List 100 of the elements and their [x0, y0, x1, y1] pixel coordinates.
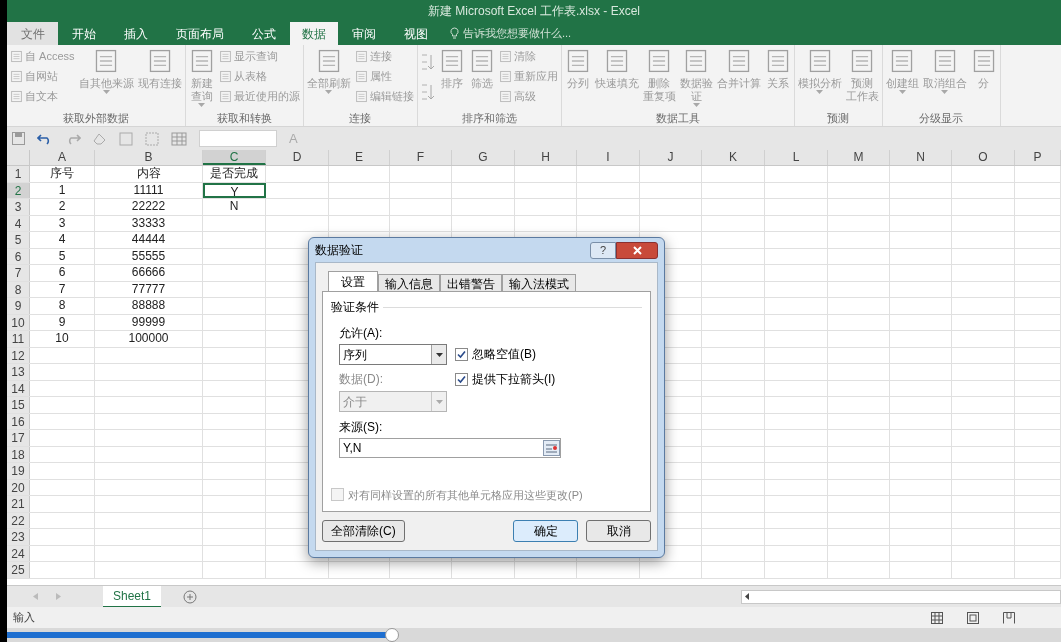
ribbon-tab[interactable]: 开始 [58, 22, 110, 45]
sheet-tab[interactable]: Sheet1 [103, 585, 161, 608]
row-header[interactable]: 3 [7, 199, 30, 215]
ribbon-tab[interactable]: 文件 [7, 22, 58, 45]
row-header[interactable]: 19 [7, 463, 30, 479]
row-header[interactable]: 23 [7, 529, 30, 545]
table-cell: 88888 [95, 298, 203, 314]
checkbox[interactable] [331, 488, 344, 502]
dialog-tab[interactable]: 输入法模式 [502, 274, 576, 291]
column-header[interactable]: I [577, 150, 640, 165]
table-icon[interactable] [171, 131, 187, 146]
document-icon [498, 90, 512, 103]
row-header[interactable]: 7 [7, 265, 30, 281]
ribbon-tab[interactable]: 视图 [390, 22, 442, 45]
row-header[interactable]: 11 [7, 331, 30, 347]
window-title: 新建 Microsoft Excel 工作表.xlsx - Excel [428, 3, 640, 20]
column-header[interactable]: A [30, 150, 95, 165]
checkbox[interactable] [455, 372, 468, 386]
table-cell: 5 [30, 248, 95, 264]
ribbon-group-label: 数据工具 [654, 111, 701, 126]
row-header[interactable]: 13 [7, 364, 30, 380]
row-header[interactable]: 5 [7, 232, 30, 248]
checkbox[interactable] [455, 347, 468, 361]
dialog-button[interactable]: 全部清除(C) [322, 520, 405, 542]
table-cell: 7 [30, 281, 95, 297]
table-cell: 内容 [95, 166, 203, 182]
sheet-icon [93, 48, 119, 74]
dropdown-field[interactable]: 序列 [339, 344, 447, 365]
ribbon-tab[interactable]: 数据 [290, 22, 338, 45]
font-size-field[interactable] [199, 130, 277, 147]
page-layout-icon[interactable] [967, 611, 979, 624]
ribbon-group-label: 连接 [348, 111, 372, 126]
ribbon-group-label: 分级显示 [918, 111, 964, 126]
tell-me-search[interactable]: 告诉我您想要做什么... [450, 22, 572, 45]
column-header[interactable]: L [765, 150, 828, 165]
table-cell: 2 [30, 199, 95, 215]
scroll-right-icon[interactable] [56, 593, 61, 600]
ribbon-tab[interactable]: 审阅 [338, 22, 390, 45]
column-header[interactable]: E [329, 150, 390, 165]
dialog-tab[interactable]: 设置 [328, 271, 378, 291]
progress-thumb[interactable] [384, 628, 399, 642]
ribbon-group-label: 排序和筛选 [460, 111, 518, 126]
column-header[interactable]: M [828, 150, 890, 165]
column-header[interactable]: H [515, 150, 577, 165]
range-select-icon[interactable] [543, 440, 560, 456]
table-cell: 6 [30, 265, 95, 281]
dialog-title: 数据验证 [315, 242, 363, 259]
dialog-button[interactable]: 取消 [586, 520, 651, 542]
table-cell: Y [203, 182, 266, 198]
page-break-icon[interactable] [1003, 611, 1015, 624]
table-cell: 100000 [95, 331, 203, 347]
lightbulb-icon [450, 27, 459, 40]
section-heading: 验证条件 [331, 299, 379, 316]
column-header[interactable]: O [952, 150, 1015, 165]
table-cell: 4 [30, 232, 95, 248]
column-header[interactable]: N [890, 150, 952, 165]
ribbon-tab[interactable]: 页面布局 [162, 22, 238, 45]
ribbon-tab[interactable]: 插入 [110, 22, 162, 45]
table-cell: 33333 [95, 215, 203, 231]
table-cell: 22222 [95, 199, 203, 215]
column-header[interactable]: J [640, 150, 702, 165]
column-header[interactable]: G [452, 150, 515, 165]
sort-ascending-icon[interactable] [420, 53, 435, 71]
ribbon-tab[interactable]: 公式 [238, 22, 290, 45]
column-header[interactable]: C [203, 150, 266, 165]
table-cell: 55555 [95, 248, 203, 264]
field-label: 允许(A): [339, 325, 384, 342]
ribbon-group-label: 获取和转换 [215, 111, 273, 126]
add-sheet-icon[interactable] [183, 589, 197, 604]
field-label: 数据(D): [339, 371, 384, 388]
column-header[interactable]: F [390, 150, 452, 165]
help-button[interactable]: ? [590, 241, 616, 259]
column-header[interactable]: D [266, 150, 329, 165]
dialog-tab[interactable]: 输入信息 [378, 274, 440, 291]
dialog-button[interactable]: 确定 [513, 520, 578, 542]
row-header[interactable]: 15 [7, 397, 30, 413]
normal-view-icon[interactable] [931, 611, 943, 624]
checkbox-label: 提供下拉箭头(I) [472, 371, 556, 388]
horizontal-scrollbar[interactable] [741, 589, 1061, 604]
dialog-tab[interactable]: 出错警告 [440, 274, 502, 291]
row-header[interactable]: 25 [7, 562, 30, 578]
column-header[interactable]: K [702, 150, 765, 165]
column-header[interactable]: P [1015, 150, 1061, 165]
save-icon[interactable] [12, 132, 25, 145]
row-header[interactable]: 9 [7, 298, 30, 314]
sort-descending-icon[interactable] [420, 83, 435, 101]
document-icon [498, 70, 512, 83]
table-cell: 是否完成 [203, 166, 266, 182]
check-icon [457, 349, 466, 359]
sheet-icon [849, 48, 875, 74]
scroll-left-icon[interactable] [745, 593, 749, 600]
source-field[interactable]: Y,N [339, 438, 561, 458]
document-icon [218, 50, 232, 63]
row-header[interactable]: 1 [7, 166, 30, 182]
dropdown-arrow-icon [435, 399, 443, 404]
border-icon[interactable] [145, 131, 159, 146]
document-icon [10, 90, 23, 103]
row-header[interactable]: 17 [7, 430, 30, 446]
row-header[interactable]: 21 [7, 496, 30, 512]
close-button[interactable] [616, 241, 658, 259]
